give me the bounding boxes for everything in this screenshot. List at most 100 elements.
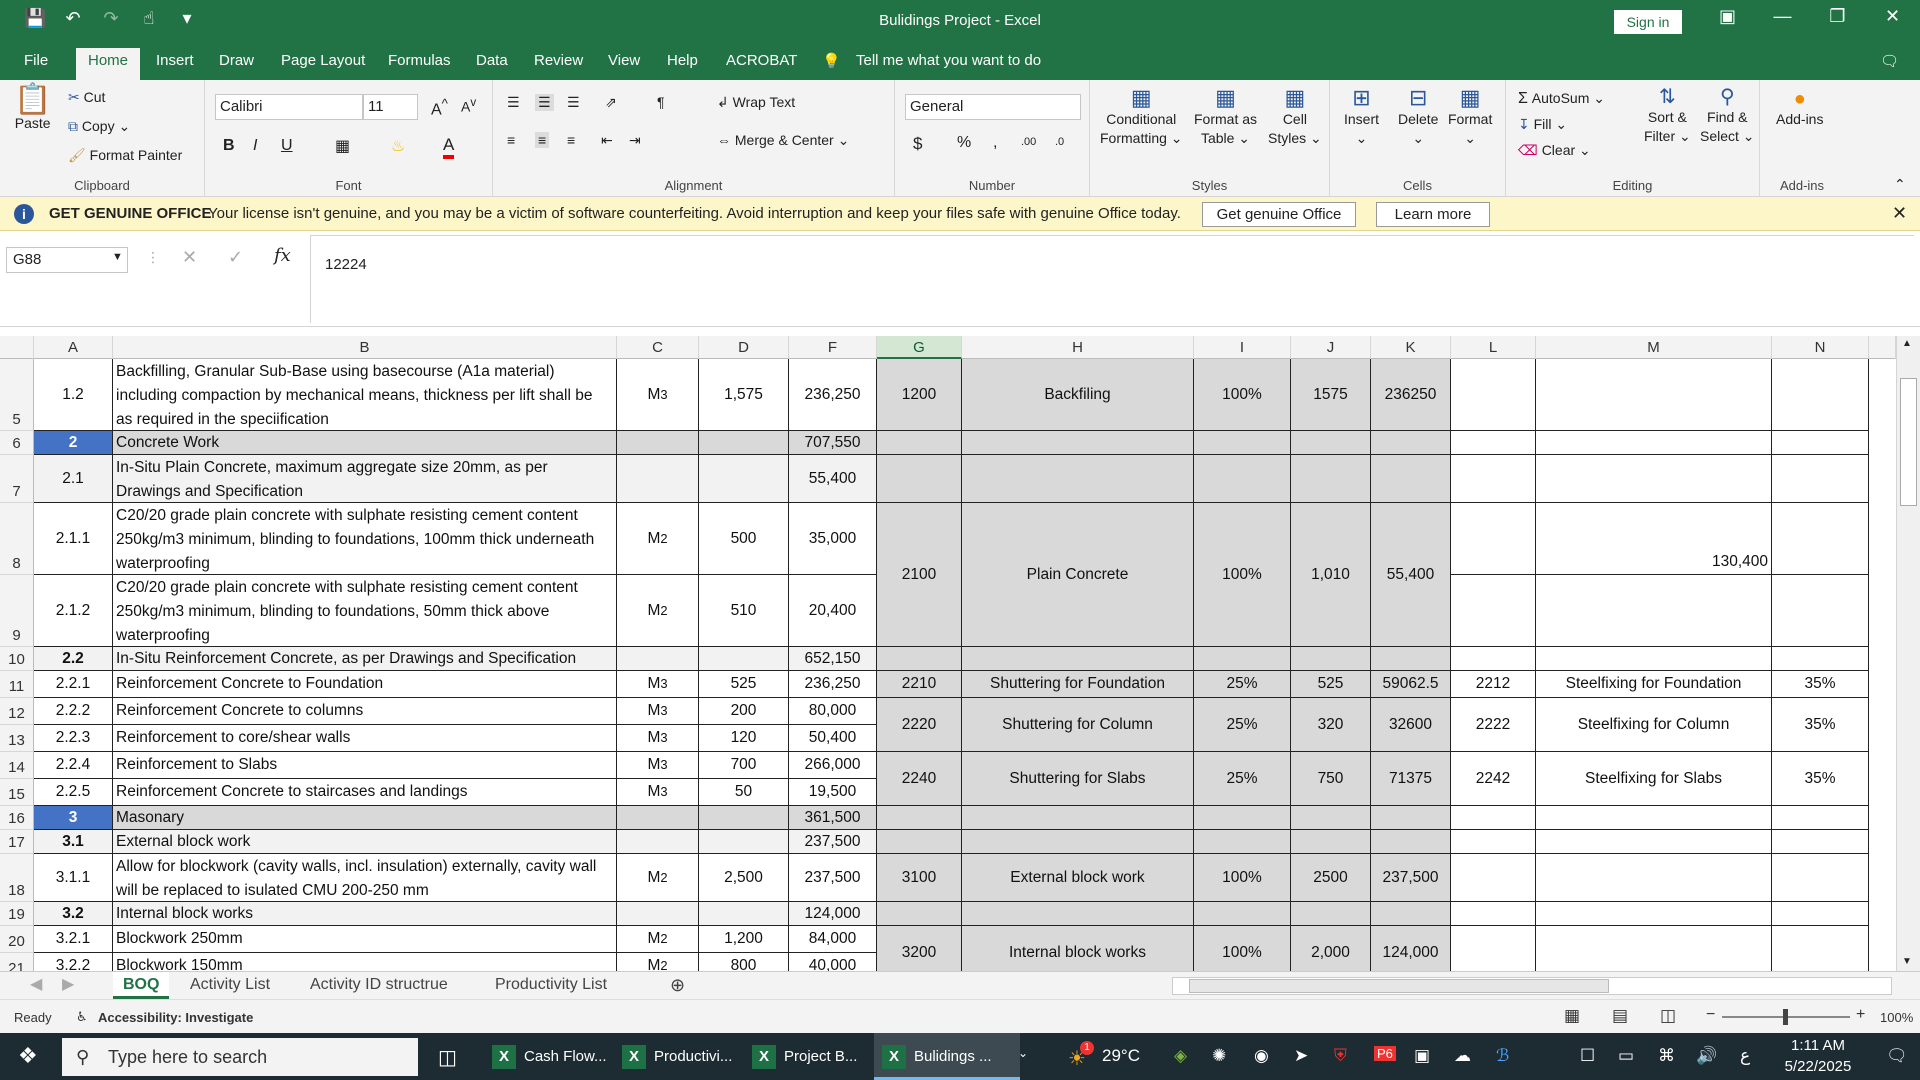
cell-f14[interactable]: 266,000 [789,752,877,779]
cell-d21[interactable]: 800 [699,953,789,971]
close-icon[interactable]: ✕ [1865,6,1920,27]
cell-i19[interactable] [1194,902,1291,926]
cell-j16[interactable] [1291,806,1371,830]
cell-h8[interactable]: Plain Concrete [962,503,1194,647]
cell-j14[interactable]: 750 [1291,752,1371,806]
cell-c13[interactable]: M3 [617,725,699,752]
sheet-tab-boq[interactable]: BOQ [113,972,170,999]
cell-k14[interactable]: 71375 [1371,752,1451,806]
wifi-icon[interactable]: ⌘ [1658,1046,1675,1066]
column-header-d[interactable]: D [699,336,789,359]
cell-g10[interactable] [877,647,962,671]
fill-button[interactable]: ↧ Fill ⌄ [1518,116,1567,133]
openai-icon[interactable]: ✺ [1212,1046,1226,1066]
cell-l10[interactable] [1451,647,1536,671]
cell-b15[interactable]: Reinforcement Concrete to staircases and… [113,779,617,806]
cell-c18[interactable]: M2 [617,854,699,902]
bold-icon[interactable]: B [223,137,235,155]
row-header[interactable]: 14 [0,752,34,779]
cell-f10[interactable]: 652,150 [789,647,877,671]
cell-k19[interactable] [1371,902,1451,926]
text-direction-icon[interactable]: ¶ [657,94,665,110]
cell-l12[interactable]: 2222 [1451,698,1536,752]
cell-a13[interactable]: 2.2.3 [34,725,113,752]
cell-f18[interactable]: 237,500 [789,854,877,902]
cell-f17[interactable]: 237,500 [789,830,877,854]
cell-d7[interactable] [699,455,789,503]
ribbon-display-icon[interactable]: ▣ [1700,6,1755,27]
cell-g11[interactable]: 2210 [877,671,962,698]
chrome-icon[interactable]: ◉ [1254,1046,1269,1066]
cell-m16[interactable] [1536,806,1772,830]
cell-k16[interactable] [1371,806,1451,830]
cell-b21[interactable]: Blockwork 150mm [113,953,617,971]
cell-m6[interactable] [1536,431,1772,455]
cell-f20[interactable]: 84,000 [789,926,877,953]
cell-i8[interactable]: 100% [1194,503,1291,647]
cell-g16[interactable] [877,806,962,830]
cell-n17[interactable] [1772,830,1869,854]
vertical-scrollbar[interactable]: ▲ ▼ [1896,336,1920,971]
cell-i16[interactable] [1194,806,1291,830]
bluetooth-icon[interactable]: ℬ [1496,1046,1509,1066]
normal-view-icon[interactable]: ▦ [1564,1006,1580,1026]
zoom-slider[interactable] [1722,1009,1850,1025]
borders-icon[interactable]: ▦ [335,136,350,156]
cell-i6[interactable] [1194,431,1291,455]
cell-d10[interactable] [699,647,789,671]
conditional-formatting-button[interactable]: ▦ Conditional Formatting ⌄ [1100,87,1183,148]
cell-l17[interactable] [1451,830,1536,854]
cell-n8[interactable] [1772,503,1869,575]
cell-n5[interactable] [1772,359,1869,431]
scroll-up-icon[interactable]: ▲ [1902,338,1912,349]
cell-h6[interactable] [962,431,1194,455]
cell-m12[interactable]: Steelfixing for Column [1536,698,1772,752]
cell-i7[interactable] [1194,455,1291,503]
cell-a12[interactable]: 2.2.2 [34,698,113,725]
cell-g8[interactable]: 2100 [877,503,962,647]
cell-k7[interactable] [1371,455,1451,503]
tab-insert[interactable]: Insert [156,52,194,69]
cell-l20[interactable] [1451,926,1536,971]
cell-g6[interactable] [877,431,962,455]
column-header-h[interactable]: H [962,336,1194,359]
percent-icon[interactable]: % [957,134,971,152]
cell-i12[interactable]: 25% [1194,698,1291,752]
cell-b10[interactable]: In-Situ Reinforcement Concrete, as per D… [113,647,617,671]
align-bottom-icon[interactable]: ☰ [567,94,580,111]
italic-icon[interactable]: I [253,137,257,155]
column-header-n[interactable]: N [1772,336,1869,359]
cell-a9[interactable]: 2.1.2 [34,575,113,647]
sheet-tab-activity-list[interactable]: Activity List [190,972,270,999]
cell-f15[interactable]: 19,500 [789,779,877,806]
cell-g17[interactable] [877,830,962,854]
shrink-font-icon[interactable]: Av [461,96,476,115]
cell-styles-button[interactable]: ▦ Cell Styles ⌄ [1268,87,1322,148]
cell-a14[interactable]: 2.2.4 [34,752,113,779]
column-header-m[interactable]: M [1536,336,1772,359]
cell-m5[interactable] [1536,359,1772,431]
cell-n7[interactable] [1772,455,1869,503]
addins-button[interactable]: ● Add-ins [1776,89,1823,129]
cell-c21[interactable]: M2 [617,953,699,971]
cell-d5[interactable]: 1,575 [699,359,789,431]
cell-k8[interactable]: 55,400 [1371,503,1451,647]
cell-g19[interactable] [877,902,962,926]
row-header[interactable]: 16 [0,806,34,830]
cell-n9[interactable] [1772,575,1869,647]
merge-center-button[interactable]: ⇔ Merge & Center ⌄ [717,132,849,149]
telegram-icon[interactable]: ➤ [1294,1046,1308,1066]
page-layout-view-icon[interactable]: ▤ [1612,1006,1628,1026]
cell-l9[interactable] [1451,575,1536,647]
comma-icon[interactable]: , [993,134,997,152]
cell-k18[interactable]: 237,500 [1371,854,1451,902]
row-header[interactable]: 19 [0,902,34,926]
cell-l16[interactable] [1451,806,1536,830]
font-name-combo[interactable]: Calibri [215,94,363,120]
cell-m10[interactable] [1536,647,1772,671]
primavera-icon[interactable]: P6 [1374,1046,1396,1061]
cell-m8[interactable]: 130,400 [1536,503,1772,575]
cell-f6[interactable]: 707,550 [789,431,877,455]
column-header-l[interactable]: L [1451,336,1536,359]
security-icon[interactable]: ⛨ [1334,1046,1347,1066]
